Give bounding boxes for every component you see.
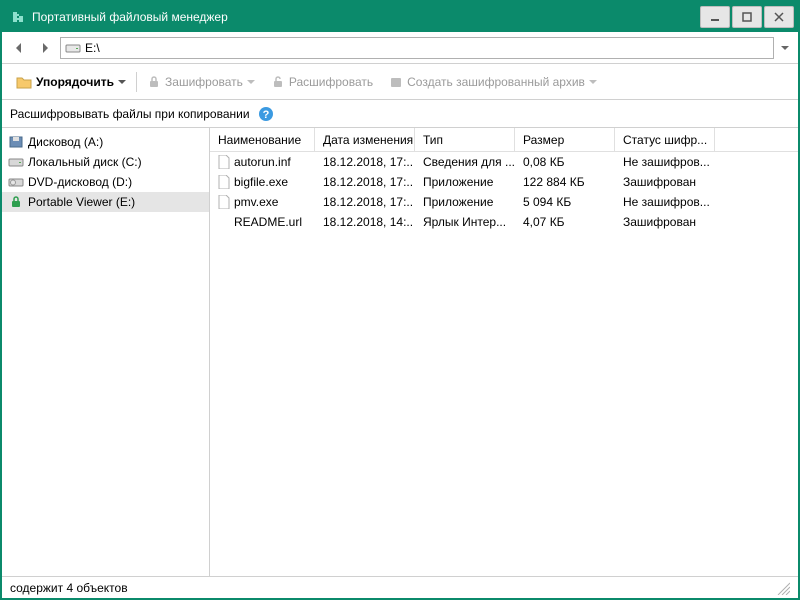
path-bar[interactable]: E:\ <box>60 37 774 59</box>
folder-icon <box>16 75 32 89</box>
file-type: Сведения для ... <box>415 152 515 172</box>
file-row[interactable]: bigfile.exe 18.12.2018, 17:.. Приложение… <box>210 172 798 192</box>
file-date: 18.12.2018, 17:.. <box>315 192 415 212</box>
column-headers: Наименование Дата изменения Тип Размер С… <box>210 128 798 152</box>
nav-bar: E:\ <box>2 32 798 64</box>
drive-tree[interactable]: Дисковод (A:) Локальный диск (C:) DVD-ди… <box>2 128 210 576</box>
file-row[interactable]: README.url 18.12.2018, 14:.. Ярлык Интер… <box>210 212 798 232</box>
file-type: Приложение <box>415 172 515 192</box>
col-date[interactable]: Дата изменения <box>315 128 415 151</box>
col-name[interactable]: Наименование <box>210 128 315 151</box>
hdd-icon <box>8 155 24 169</box>
organize-label: Упорядочить <box>36 75 114 89</box>
file-icon <box>218 175 230 189</box>
decrypt-button[interactable]: Расшифровать <box>265 72 379 92</box>
lock-drive-icon <box>8 195 24 209</box>
file-size: 122 884 КБ <box>515 172 615 192</box>
forward-button[interactable] <box>34 37 56 59</box>
file-name: README.url <box>234 215 302 229</box>
file-type: Приложение <box>415 192 515 212</box>
dvd-icon <box>8 175 24 189</box>
tree-item-label: DVD-дисковод (D:) <box>28 175 132 189</box>
help-icon[interactable]: ? <box>258 106 274 122</box>
create-archive-button[interactable]: Создать зашифрованный архив <box>383 72 603 92</box>
window-title: Портативный файловый менеджер <box>32 10 698 24</box>
file-size: 0,08 КБ <box>515 152 615 172</box>
file-status: Не зашифров... <box>615 192 715 212</box>
file-icon <box>218 155 230 169</box>
drive-icon <box>65 42 81 54</box>
chevron-down-icon <box>247 78 255 86</box>
info-label: Расшифровывать файлы при копировании <box>10 107 250 121</box>
lock-icon <box>147 75 161 89</box>
chevron-down-icon <box>589 78 597 86</box>
close-button[interactable] <box>764 6 794 28</box>
file-size: 5 094 КБ <box>515 192 615 212</box>
encrypt-button[interactable]: Зашифровать <box>141 72 261 92</box>
tree-item-label: Локальный диск (C:) <box>28 155 142 169</box>
create-archive-label: Создать зашифрованный архив <box>407 75 585 89</box>
status-text: содержит 4 объектов <box>10 581 128 595</box>
archive-icon <box>389 75 403 89</box>
back-button[interactable] <box>8 37 30 59</box>
col-size[interactable]: Размер <box>515 128 615 151</box>
app-window: Портативный файловый менеджер E:\ Упоряд… <box>0 0 800 600</box>
file-date: 18.12.2018, 17:.. <box>315 172 415 192</box>
file-date: 18.12.2018, 17:.. <box>315 152 415 172</box>
col-type[interactable]: Тип <box>415 128 515 151</box>
minimize-button[interactable] <box>700 6 730 28</box>
unlock-icon <box>271 75 285 89</box>
tree-item-floppy[interactable]: Дисковод (A:) <box>2 132 209 152</box>
file-status: Зашифрован <box>615 212 715 232</box>
toolbar: Упорядочить Зашифровать Расшифровать Соз… <box>2 64 798 100</box>
tree-item-hdd[interactable]: Локальный диск (C:) <box>2 152 209 172</box>
separator <box>136 72 137 92</box>
file-date: 18.12.2018, 14:.. <box>315 212 415 232</box>
svg-text:?: ? <box>262 109 269 121</box>
encrypt-label: Зашифровать <box>165 75 243 89</box>
titlebar: Портативный файловый менеджер <box>2 2 798 32</box>
file-rows[interactable]: autorun.inf 18.12.2018, 17:.. Сведения д… <box>210 152 798 576</box>
file-status: Зашифрован <box>615 172 715 192</box>
info-bar: Расшифровывать файлы при копировании ? <box>2 100 798 128</box>
organize-button[interactable]: Упорядочить <box>10 72 132 92</box>
file-name: pmv.exe <box>234 195 278 209</box>
file-name: autorun.inf <box>234 155 291 169</box>
tree-item-portable[interactable]: Portable Viewer (E:) <box>2 192 209 212</box>
file-size: 4,07 КБ <box>515 212 615 232</box>
status-bar: содержит 4 объектов <box>2 576 798 598</box>
resize-grip[interactable] <box>776 581 790 595</box>
file-name: bigfile.exe <box>234 175 288 189</box>
col-status[interactable]: Статус шифр... <box>615 128 715 151</box>
app-icon <box>10 9 26 25</box>
decrypt-label: Расшифровать <box>289 75 373 89</box>
path-dropdown-button[interactable] <box>778 43 792 53</box>
chevron-down-icon <box>118 78 126 86</box>
tree-item-label: Дисковод (A:) <box>28 135 103 149</box>
file-status: Не зашифров... <box>615 152 715 172</box>
floppy-icon <box>8 135 24 149</box>
file-type: Ярлык Интер... <box>415 212 515 232</box>
tree-item-label: Portable Viewer (E:) <box>28 195 135 209</box>
tree-item-dvd[interactable]: DVD-дисковод (D:) <box>2 172 209 192</box>
file-icon <box>218 195 230 209</box>
file-row[interactable]: pmv.exe 18.12.2018, 17:.. Приложение 5 0… <box>210 192 798 212</box>
file-row[interactable]: autorun.inf 18.12.2018, 17:.. Сведения д… <box>210 152 798 172</box>
body: Дисковод (A:) Локальный диск (C:) DVD-ди… <box>2 128 798 576</box>
path-text: E:\ <box>85 41 100 55</box>
maximize-button[interactable] <box>732 6 762 28</box>
file-pane: Наименование Дата изменения Тип Размер С… <box>210 128 798 576</box>
